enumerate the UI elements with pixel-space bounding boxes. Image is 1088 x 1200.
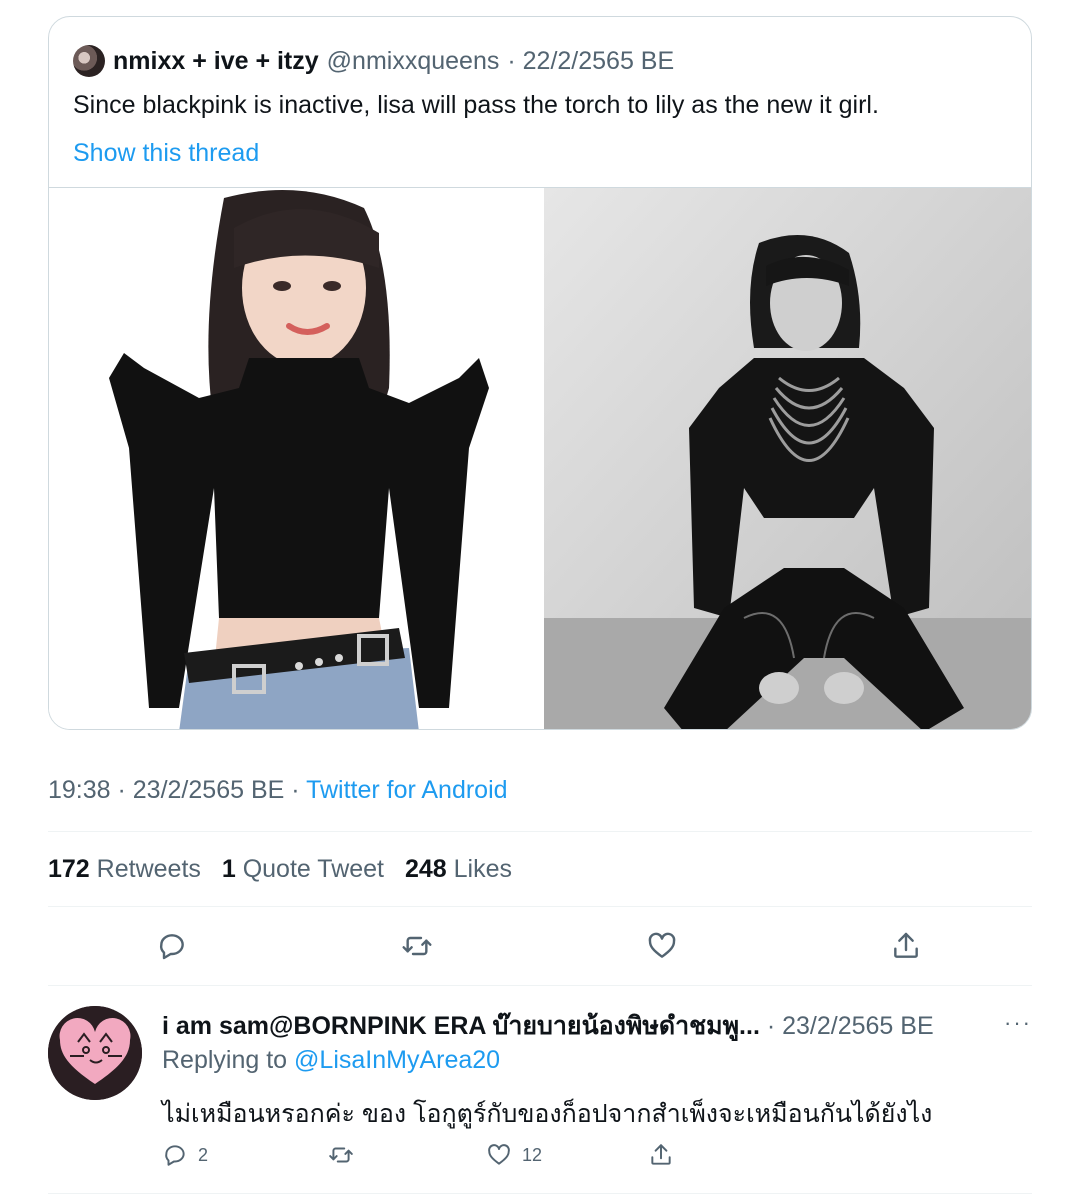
tweet-stats: 172 Retweets 1 Quote Tweet 248 Likes [48,855,512,884]
reply-date: · 23/2/2565 BE [759,1012,934,1040]
reply-retweet-button[interactable] [328,1142,364,1168]
quoted-tweet-card[interactable]: nmixx + ive + itzy @nmixxqueens · 22/2/2… [48,16,1032,730]
tweet-time-date[interactable]: 19:38 · 23/2/2565 BE · [48,776,306,804]
quotes-label: Quote Tweet [242,855,384,883]
divider [48,1193,1032,1194]
quoted-tweet-header: nmixx + ive + itzy @nmixxqueens · 22/2/2… [73,45,674,77]
retweets-count: 172 [48,855,90,883]
quoted-tweet-media [49,187,1031,729]
reply-author-name[interactable]: i am sam@BORNPINK ERA บ๊ายบายน้องพิษดำชม… [162,1012,760,1040]
retweets-label: Retweets [96,855,201,883]
tweet-source-link[interactable]: Twitter for Android [306,776,507,804]
quoted-tweet-text: Since blackpink is inactive, lisa will p… [73,91,879,119]
reply-like-count: 12 [522,1144,543,1165]
reply-reply-count: 2 [198,1144,209,1165]
retweet-button[interactable] [397,926,437,966]
quoted-tweet-date: · 22/2/2565 BE [507,46,675,75]
reply-icon [165,1145,185,1166]
retweets-stat[interactable]: 172 Retweets [48,855,201,883]
share-icon [894,932,918,958]
reply-like-button[interactable]: 12 [486,1142,542,1168]
replying-to: Replying to @LisaInMyArea20 [162,1046,500,1075]
tweet-timestamp: 19:38 · 23/2/2565 BE · Twitter for Andro… [48,776,508,805]
reply-icon [159,934,184,960]
likes-label: Likes [453,855,512,883]
reply-reply-button[interactable]: 2 [162,1142,208,1168]
quoted-author-avatar[interactable] [73,45,105,77]
like-icon [488,1144,510,1165]
quotes-count: 1 [221,855,236,883]
divider [48,985,1032,986]
show-thread-link[interactable]: Show this thread [73,139,259,168]
photo-woman-black-crop-top[interactable] [49,188,541,729]
reply-share-button[interactable] [648,1142,684,1168]
replying-prefix: Replying to [162,1046,295,1074]
more-options-icon[interactable]: ··· [1004,1010,1032,1036]
like-button[interactable] [642,926,682,966]
quoted-author-name[interactable]: nmixx + ive + itzy [113,47,319,76]
retweet-icon [329,1147,353,1163]
reply-header: i am sam@BORNPINK ERA บ๊ายบายน้องพิษดำชม… [162,1006,934,1046]
like-icon [648,932,676,958]
likes-count: 248 [404,855,447,883]
share-icon [651,1144,671,1165]
reply-button[interactable] [152,926,192,966]
likes-stat[interactable]: 248 Likes [405,855,512,883]
divider [48,906,1032,907]
share-button[interactable] [886,926,926,966]
reply-tweet[interactable]: i am sam@BORNPINK ERA บ๊ายบายน้องพิษดำชม… [48,1006,1032,1192]
divider [48,831,1032,832]
retweet-icon [402,936,432,956]
reply-author-avatar[interactable] [48,1006,142,1100]
quoted-author-handle[interactable]: @nmixxqueens [327,47,500,76]
photo-woman-black-outfit-bw[interactable] [544,188,1031,729]
quotes-stat[interactable]: 1 Quote Tweet [222,855,384,883]
replying-mention-link[interactable]: @LisaInMyArea20 [294,1046,500,1074]
reply-text: ไม่เหมือนหรอกค่ะ ของ โอกูตูร์กับของก็อปจ… [162,1100,933,1128]
